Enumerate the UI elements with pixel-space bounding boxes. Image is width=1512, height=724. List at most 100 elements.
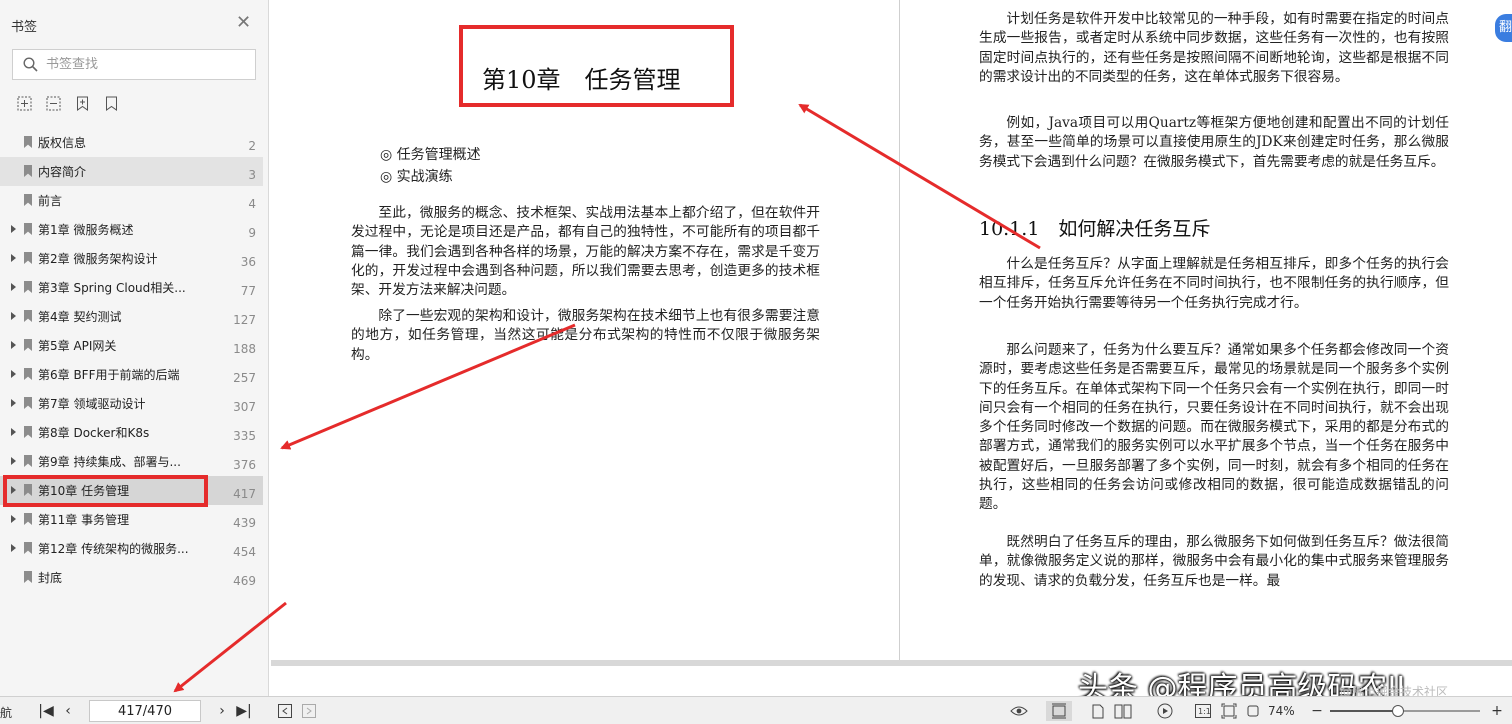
status-bar: 航 |◀ ‹ › ▶| 1:1 74% − + xyxy=(0,696,1512,724)
bookmark-search-input[interactable] xyxy=(46,57,236,72)
page-number-input[interactable] xyxy=(89,700,201,722)
bookmark-page-number: 188 xyxy=(233,342,256,356)
bookmark-icon xyxy=(24,542,32,554)
translate-badge-icon[interactable]: 翻 xyxy=(1495,14,1512,42)
bookmark-icon xyxy=(24,513,32,525)
eye-icon[interactable] xyxy=(1009,701,1029,721)
last-page-icon[interactable]: ▶| xyxy=(236,701,252,721)
svg-text:1:1: 1:1 xyxy=(1198,707,1211,716)
search-icon xyxy=(23,57,38,72)
expand-triangle-icon[interactable] xyxy=(11,283,16,291)
bookmark-outline-icon[interactable] xyxy=(103,95,120,112)
bookmark-label: 第5章 API网关 xyxy=(38,339,117,353)
bookmark-search[interactable] xyxy=(12,49,256,80)
section-heading: 10.1.1 如何解决任务互斥 xyxy=(979,218,1211,240)
bookmark-item[interactable]: 封底 469 xyxy=(0,563,263,592)
bookmark-item[interactable]: 第9章 持续集成、部署与... 376 xyxy=(0,447,263,476)
bookmark-icon xyxy=(24,165,32,177)
expand-triangle-icon[interactable] xyxy=(11,312,16,320)
expand-triangle-icon[interactable] xyxy=(11,544,16,552)
bookmark-icon xyxy=(24,281,32,293)
bookmark-item[interactable]: 第8章 Docker和K8s 335 xyxy=(0,418,263,447)
page-view-icon[interactable] xyxy=(1090,701,1106,721)
bookmark-icon xyxy=(24,426,32,438)
bookmark-label: 封底 xyxy=(38,571,63,585)
bookmark-icon xyxy=(24,194,32,206)
nav-label: 航 xyxy=(0,706,13,720)
bookmark-label: 第3章 Spring Cloud相关... xyxy=(38,281,186,295)
bookmark-page-number: 376 xyxy=(233,458,256,472)
right-paragraph-1: 计划任务是软件开发中比较常见的一种手段，如有时需要在指定的时间点生成一些报告，或… xyxy=(979,11,1449,85)
bookmark-icon xyxy=(24,339,32,351)
bookmark-item[interactable]: 第4章 契约测试 127 xyxy=(0,302,263,331)
add-bookmark-icon[interactable] xyxy=(16,95,33,112)
bookmark-page-number: 3 xyxy=(248,168,256,182)
bookmark-icon xyxy=(24,368,32,380)
bookmark-page-number: 9 xyxy=(248,226,256,240)
bookmark-label: 版权信息 xyxy=(38,136,87,150)
add-sub-bookmark-icon[interactable] xyxy=(45,95,62,112)
bookmark-item[interactable]: 第3章 Spring Cloud相关... 77 xyxy=(0,273,263,302)
prev-page-icon[interactable]: ‹ xyxy=(60,701,76,721)
bookmark-label: 第2章 微服务架构设计 xyxy=(38,252,158,266)
bookmark-item[interactable]: 版权信息 2 xyxy=(0,128,263,157)
bookmark-item[interactable]: 第11章 事务管理 439 xyxy=(0,505,263,534)
bookmark-item[interactable]: 第5章 API网关 188 xyxy=(0,331,263,360)
expand-triangle-icon[interactable] xyxy=(11,457,16,465)
selected-bookmark-highlight xyxy=(3,475,208,507)
zoom-slider-thumb[interactable] xyxy=(1391,705,1404,717)
bookmark-icon[interactable] xyxy=(74,95,91,112)
bookmark-page-number: 77 xyxy=(240,284,256,298)
toc-line-2: ◎ 实战演练 xyxy=(380,169,453,185)
first-page-icon[interactable]: |◀ xyxy=(38,701,54,721)
bookmark-item[interactable]: 前言 4 xyxy=(0,186,263,215)
bookmark-item[interactable]: 第7章 领域驱动设计 307 xyxy=(0,389,263,418)
expand-triangle-icon[interactable] xyxy=(11,399,16,407)
expand-triangle-icon[interactable] xyxy=(11,515,16,523)
single-page-icon[interactable] xyxy=(1046,701,1072,721)
expand-triangle-icon[interactable] xyxy=(11,370,16,378)
expand-triangle-icon[interactable] xyxy=(11,341,16,349)
left-paragraph-1: 至此，微服务的概念、技术框架、实战用法基本上都介绍了，但在软件开发过程中，无论是… xyxy=(351,205,820,299)
fit-page-icon[interactable] xyxy=(1220,701,1238,721)
bookmark-label: 第12章 传统架构的微服务... xyxy=(38,542,189,556)
bookmark-label: 第11章 事务管理 xyxy=(38,513,130,527)
bookmark-page-number: 454 xyxy=(233,545,256,559)
double-page-icon[interactable] xyxy=(1113,701,1133,721)
bookmark-label: 第8章 Docker和K8s xyxy=(38,426,150,440)
right-paragraph-5: 既然明白了任务互斥的理由，那么微服务下如何做到任务互斥？做法很简单，就像微服务定… xyxy=(979,534,1449,589)
bookmark-item[interactable]: 内容简介 3 xyxy=(0,157,263,186)
zoom-out-icon[interactable]: − xyxy=(1309,701,1325,721)
bookmark-page-number: 469 xyxy=(233,574,256,588)
back-icon[interactable] xyxy=(277,701,293,721)
close-icon[interactable]: ✕ xyxy=(236,14,251,32)
left-paragraph-2: 除了一些宏观的架构和设计，微服务架构在技术细节上也有很多需要注意的地方，如任务管… xyxy=(351,308,820,363)
bookmark-item[interactable]: 第1章 微服务概述 9 xyxy=(0,215,263,244)
play-icon[interactable] xyxy=(1155,701,1175,721)
sidebar-title: 书签 xyxy=(11,20,38,35)
page-divider xyxy=(899,0,900,664)
expand-triangle-icon[interactable] xyxy=(11,254,16,262)
forward-icon[interactable] xyxy=(301,701,317,721)
bookmark-page-number: 4 xyxy=(248,197,256,211)
crop-icon[interactable] xyxy=(1244,701,1262,721)
expand-triangle-icon[interactable] xyxy=(11,428,16,436)
sidebar-toolbar xyxy=(16,95,120,112)
right-paragraph-3: 什么是任务互斥？从字面上理解就是任务相互排斥，即多个任务的执行会相互排斥，任务互… xyxy=(979,256,1449,311)
actual-size-icon[interactable]: 1:1 xyxy=(1194,701,1212,721)
bookmark-page-number: 335 xyxy=(233,429,256,443)
bookmark-label: 第9章 持续集成、部署与... xyxy=(38,455,181,469)
zoom-slider-fill xyxy=(1330,710,1398,712)
bookmark-item[interactable]: 第12章 传统架构的微服务... 454 xyxy=(0,534,263,563)
toc-line-1: ◎ 任务管理概述 xyxy=(380,147,481,163)
zoom-in-icon[interactable]: + xyxy=(1489,701,1505,721)
zoom-slider[interactable] xyxy=(1330,710,1480,712)
bookmark-item[interactable]: 第2章 微服务架构设计 36 xyxy=(0,244,263,273)
bookmark-label: 内容简介 xyxy=(38,165,87,179)
bookmark-icon xyxy=(24,136,32,148)
expand-triangle-icon[interactable] xyxy=(11,225,16,233)
bookmark-icon xyxy=(24,397,32,409)
bookmark-page-number: 36 xyxy=(240,255,256,269)
bookmark-item[interactable]: 第6章 BFF用于前端的后端 257 xyxy=(0,360,263,389)
next-page-icon[interactable]: › xyxy=(214,701,230,721)
